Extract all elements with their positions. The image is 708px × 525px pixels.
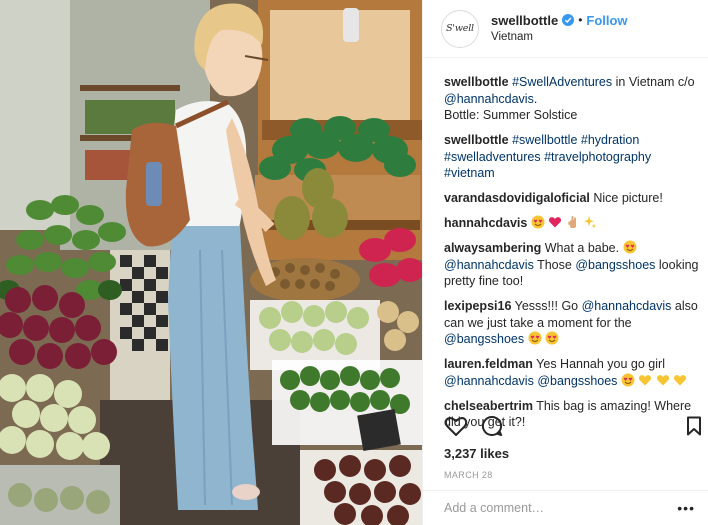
heart-eyes-emoji	[621, 373, 635, 387]
avatar[interactable]: S'well	[441, 9, 479, 48]
add-comment-bar: •••	[423, 490, 708, 525]
comment: varandasdovidigaloficial Nice picture!	[444, 190, 702, 207]
header-info: swellbottle • Follow Vietnam	[491, 12, 628, 46]
likes-count[interactable]: 3,237 likes	[444, 446, 509, 461]
hashtag-link[interactable]: #vietnam	[444, 166, 495, 180]
heart-eyes-emoji	[545, 331, 559, 345]
heart-eyes-emoji	[531, 215, 545, 229]
mention-link[interactable]: @bangsshoes	[575, 258, 655, 272]
heart-eyes-emoji	[623, 240, 637, 254]
instagram-post: S'well swellbottle • Follow Vietnam swel…	[0, 0, 708, 525]
post-header: S'well swellbottle • Follow Vietnam	[423, 0, 708, 58]
comment: hannahcdavis	[444, 215, 702, 232]
yellow-heart-emoji	[673, 373, 687, 387]
yellow-heart-emoji	[656, 373, 670, 387]
save-icon[interactable]	[686, 416, 702, 436]
comment-text: Nice picture!	[593, 191, 663, 205]
hand-emoji	[566, 215, 580, 229]
mention-link[interactable]: @hannahcdavis	[582, 299, 672, 313]
comment: alwaysambering What a babe. @hannahcdavi…	[444, 240, 699, 288]
separator-dot: •	[578, 12, 583, 27]
action-bar	[444, 414, 702, 438]
post-photo[interactable]	[0, 0, 422, 525]
header-user-row: swellbottle • Follow	[491, 12, 628, 29]
caption: swellbottle #SwellAdventures in Vietnam …	[444, 75, 695, 122]
add-comment-input[interactable]	[444, 501, 678, 515]
comment-username[interactable]: hannahcdavis	[444, 216, 527, 230]
comments-list: swellbottle #SwellAdventures in Vietnam …	[444, 74, 702, 439]
comment-username[interactable]: alwaysambering	[444, 241, 541, 255]
avatar-logo-text: S'well	[446, 23, 474, 34]
mention-link[interactable]: @hannahcdavis	[444, 258, 534, 272]
heart-icon[interactable]	[444, 415, 468, 437]
comment: swellbottle #swellbottle #hydration #swe…	[444, 132, 702, 182]
comment-username[interactable]: swellbottle	[444, 133, 509, 147]
yellow-heart-emoji	[638, 373, 652, 387]
hashtag-link[interactable]: #hydration	[581, 133, 639, 147]
comment-username[interactable]: varandasdovidigaloficial	[444, 191, 590, 205]
hashtag-link[interactable]: #travelphotography	[544, 150, 651, 164]
location-link[interactable]: Vietnam	[491, 29, 628, 46]
sparkles-emoji	[583, 215, 597, 229]
hashtag-link[interactable]: #SwellAdventures	[512, 75, 612, 89]
hashtag-link[interactable]: #swellbottle	[512, 133, 577, 147]
comment-username[interactable]: lauren.feldman	[444, 357, 533, 371]
comment: lauren.feldman Yes Hannah you go girl @h…	[444, 356, 702, 389]
heart-eyes-emoji	[528, 331, 542, 345]
username-link[interactable]: swellbottle	[491, 12, 558, 29]
mention-link[interactable]: @hannahcdavis	[444, 374, 534, 388]
comment-username[interactable]: swellbottle	[444, 75, 509, 89]
caption-line: Bottle: Summer Solstice	[444, 108, 578, 122]
comment-username[interactable]: chelseabertrim	[444, 399, 533, 413]
market-photo-illustration	[0, 0, 422, 525]
post-date: MARCH 28	[444, 470, 493, 480]
comment: lexipepsi16 Yesss!!! Go @hannahcdavis al…	[444, 299, 698, 346]
more-options-icon[interactable]: •••	[677, 500, 695, 516]
mention-link[interactable]: @bangsshoes	[537, 374, 617, 388]
verified-badge-icon	[562, 14, 575, 26]
hashtag-link[interactable]: #swelladventures	[444, 150, 541, 164]
red-heart-emoji	[548, 215, 562, 229]
comment-icon[interactable]	[481, 415, 503, 437]
post-side-panel: S'well swellbottle • Follow Vietnam swel…	[422, 0, 708, 525]
follow-button[interactable]: Follow	[586, 12, 627, 29]
comment-username[interactable]: lexipepsi16	[444, 299, 511, 313]
mention-link[interactable]: @bangsshoes	[444, 332, 524, 346]
mention-link[interactable]: @hannahcdavis	[444, 92, 534, 106]
